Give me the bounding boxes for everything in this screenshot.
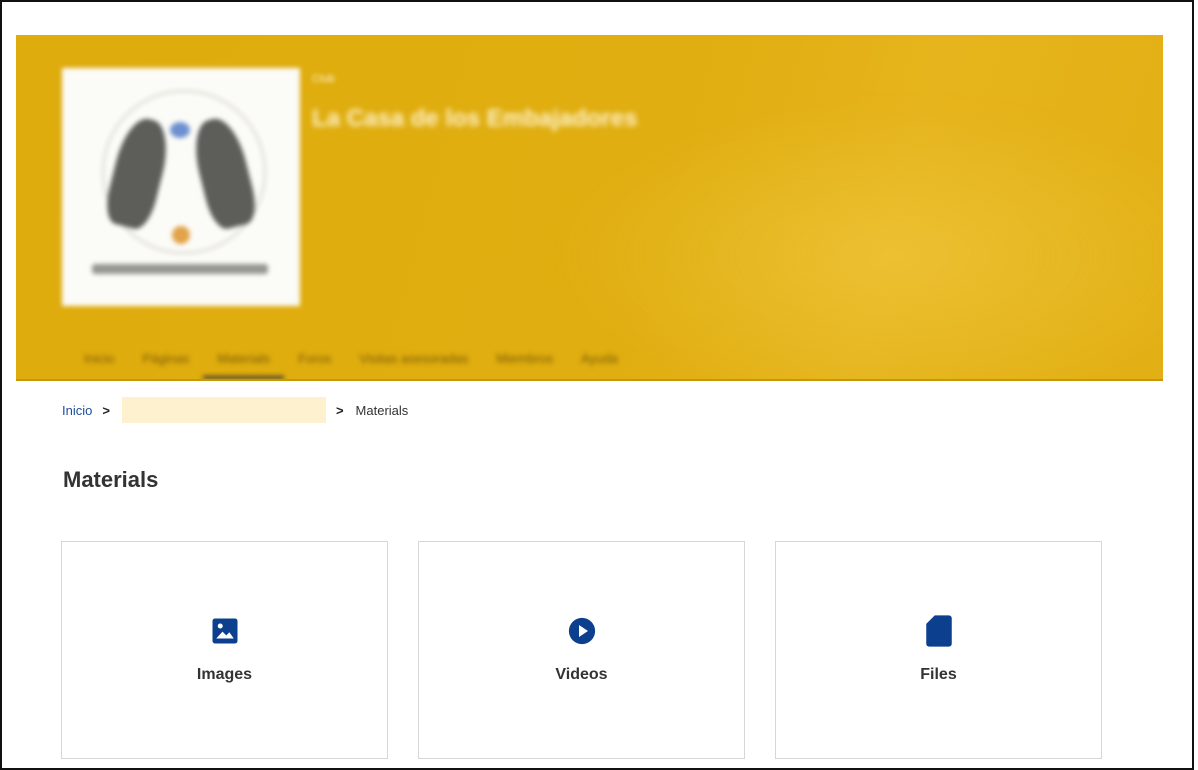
club-nav: Inicio Páginas Materials Foros Visitas a…: [70, 343, 632, 379]
nav-item-inicio[interactable]: Inicio: [70, 343, 128, 379]
nav-item-ayuda[interactable]: Ayuda: [567, 343, 632, 379]
breadcrumb-masked-item[interactable]: [121, 397, 326, 423]
images-card[interactable]: Images: [61, 541, 388, 759]
breadcrumb-separator: >: [102, 402, 110, 418]
files-card-label: Files: [920, 666, 957, 683]
files-card[interactable]: Files: [775, 541, 1102, 759]
banner-sheen: [543, 95, 1163, 381]
org-title: La Casa de los Embajadores: [312, 105, 638, 132]
org-type-label: Club: [312, 73, 335, 85]
nav-item-foros[interactable]: Foros: [284, 343, 345, 379]
nav-item-miembros[interactable]: Miembros: [482, 343, 567, 379]
videos-card[interactable]: Videos: [418, 541, 745, 759]
image-icon: [208, 614, 242, 648]
videos-card-label: Videos: [555, 666, 608, 683]
banner-divider: [16, 379, 1163, 381]
page-frame: Club La Casa de los Embajadores Inicio P…: [0, 0, 1194, 770]
logo-emblem-top: [170, 122, 190, 138]
page-title: Materials: [63, 467, 159, 492]
breadcrumb-separator: >: [335, 402, 344, 418]
logo-emblem-bottom: [172, 226, 190, 244]
logo-caption: [92, 264, 268, 274]
breadcrumb-current: Materials: [355, 402, 409, 418]
materials-cards: Images Videos Files: [61, 541, 1102, 759]
images-card-label: Images: [196, 666, 253, 683]
nav-item-materials[interactable]: Materials: [203, 343, 285, 379]
club-logo: [62, 68, 300, 306]
nav-item-paginas[interactable]: Páginas: [128, 343, 203, 379]
breadcrumb: Inicio > > Materials: [62, 397, 409, 423]
play-circle-icon: [565, 614, 599, 648]
nav-item-visitas[interactable]: Visitas asesoradas: [345, 343, 482, 379]
file-icon: [922, 614, 956, 648]
club-banner: Club La Casa de los Embajadores Inicio P…: [16, 35, 1163, 381]
breadcrumb-home-link[interactable]: Inicio: [62, 403, 92, 418]
